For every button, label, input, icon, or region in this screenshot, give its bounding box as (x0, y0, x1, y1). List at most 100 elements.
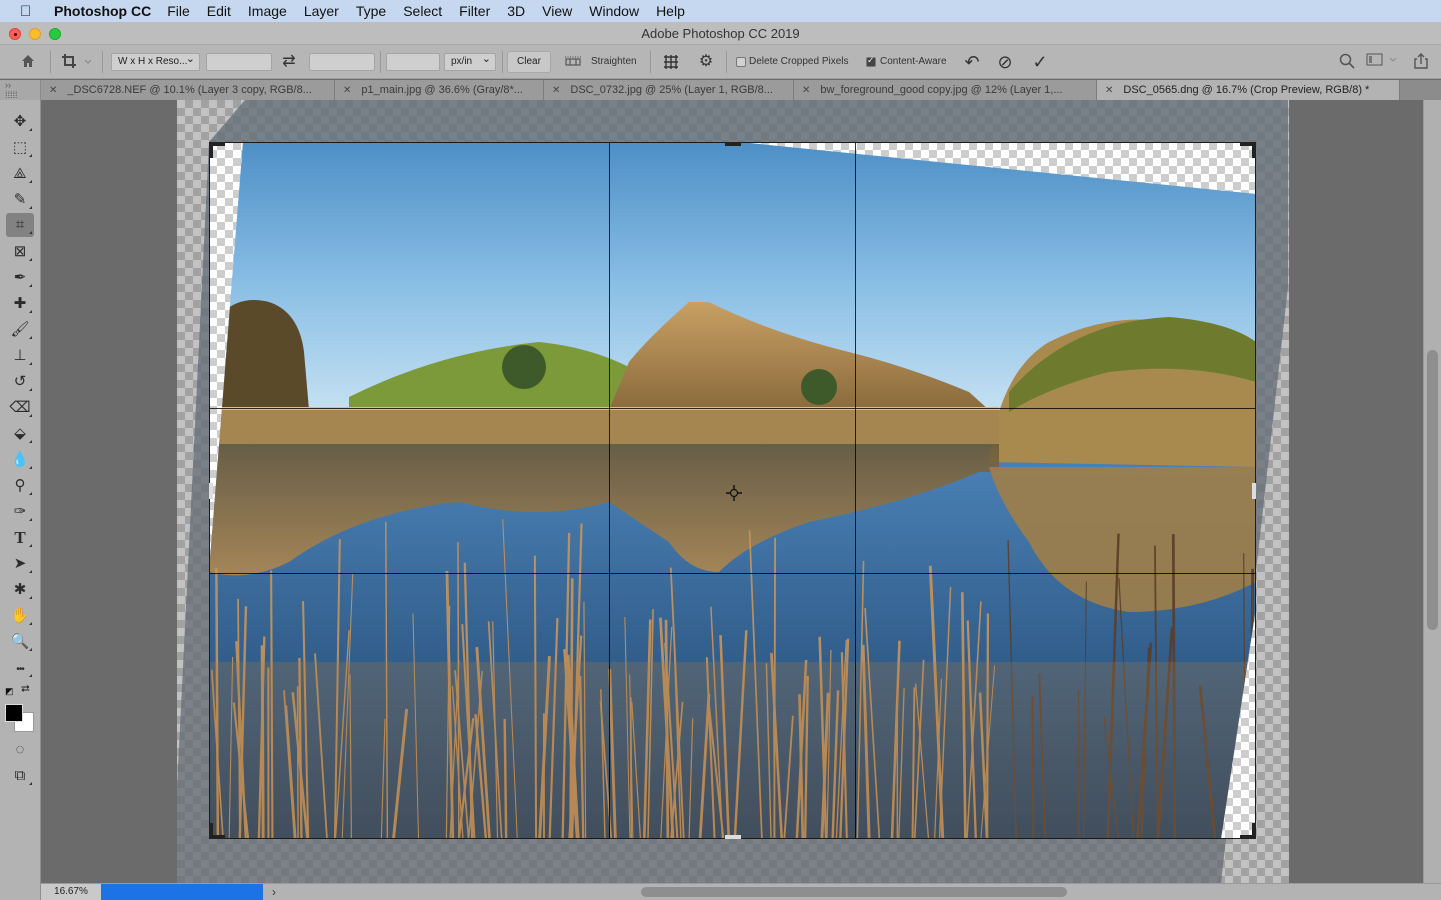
content-aware-label[interactable]: Content-Aware (880, 56, 947, 67)
separator (380, 51, 381, 73)
gear-icon[interactable]: ⚙ (696, 53, 716, 71)
close-tab-icon[interactable]: ✕ (49, 85, 57, 96)
reset-icon[interactable]: ↶ (962, 53, 982, 71)
status-menu-arrow-icon[interactable]: › (272, 884, 276, 900)
menu-help[interactable]: Help (656, 3, 685, 19)
eyedropper-tool[interactable]: ✒ (6, 266, 34, 290)
default-colors-icon[interactable]: ◩ (5, 686, 14, 697)
separator (650, 51, 651, 73)
paint-bucket-tool[interactable]: ⬙ (6, 422, 34, 446)
menu-edit[interactable]: Edit (207, 3, 231, 19)
menu-file[interactable]: File (167, 3, 190, 19)
crop-handle-bottom-left[interactable] (209, 823, 213, 839)
separator (502, 51, 503, 73)
swap-colors-icon[interactable]: ⮂ (21, 683, 30, 696)
tool-preset-picker[interactable] (59, 53, 93, 74)
crop-handle-top-right[interactable] (1252, 142, 1256, 158)
stamp-tool[interactable]: ⊥ (6, 344, 34, 368)
blur-tool[interactable]: 💧 (6, 448, 34, 472)
crop-width-input[interactable] (206, 53, 272, 71)
checkmark-icon[interactable]: ✓ (1030, 53, 1050, 71)
rotation-reference-point-icon[interactable] (726, 485, 742, 501)
delete-cropped-pixels-label[interactable]: Delete Cropped Pixels (749, 56, 849, 67)
shape-tool[interactable]: ✱ (6, 578, 34, 602)
document-tab[interactable]: ✕ bw_foreground_good copy.jpg @ 12% (Laye… (794, 80, 1097, 100)
cancel-icon[interactable]: ⊘ (995, 53, 1015, 71)
share-icon[interactable] (1411, 53, 1431, 74)
crop-handle-left-center[interactable] (209, 483, 213, 499)
canvas-area[interactable] (41, 100, 1423, 883)
resolution-input[interactable] (386, 53, 440, 71)
healing-tool[interactable]: ✚ (6, 292, 34, 316)
crop-handle-bottom-center[interactable] (725, 835, 741, 839)
crop-icon: ⌗ (15, 216, 25, 233)
workspace-icon[interactable] (1366, 53, 1397, 72)
crop-handle-right-center[interactable] (1252, 483, 1256, 499)
crop-tool[interactable]: ⌗ (6, 213, 34, 237)
horizontal-scrollbar-thumb[interactable] (641, 887, 1067, 897)
home-icon[interactable] (18, 53, 38, 74)
menu-filter[interactable]: Filter (459, 3, 490, 19)
search-icon[interactable] (1337, 53, 1357, 74)
vertical-scrollbar-thumb[interactable] (1427, 350, 1438, 630)
crop-handle-top-left[interactable] (209, 142, 213, 158)
screen-mode-button[interactable]: ⧉ (6, 764, 34, 788)
document-tab[interactable]: ✕ DSC_0732.jpg @ 25% (Layer 1, RGB/8... (544, 80, 794, 100)
quick-mask-button[interactable]: ◌ (6, 738, 34, 762)
menu-3d[interactable]: 3D (507, 3, 525, 19)
hand-icon: ✋ (10, 607, 30, 624)
vertical-scrollbar[interactable] (1423, 100, 1441, 883)
menu-select[interactable]: Select (403, 3, 442, 19)
close-tab-icon[interactable]: ✕ (802, 85, 810, 96)
pen-tool[interactable]: ✑ (6, 500, 34, 524)
zoom-tool[interactable]: 🔍 (6, 630, 34, 654)
paint-bucket-icon: ⬙ (14, 425, 26, 442)
dodge-tool[interactable]: ⚲ (6, 474, 34, 498)
straighten-icon[interactable] (563, 53, 583, 72)
document-tab[interactable]: ✕ p1_main.jpg @ 36.6% (Gray/8*... (335, 80, 544, 100)
quick-select-tool[interactable]: ✎ (6, 188, 34, 212)
crop-height-input[interactable] (309, 53, 375, 71)
menu-view[interactable]: View (542, 3, 572, 19)
swap-arrows-icon[interactable]: ⇄ (280, 53, 298, 71)
close-tab-icon[interactable]: ✕ (1105, 85, 1113, 96)
frame-tool[interactable]: ⊠ (6, 240, 34, 264)
straighten-button[interactable]: Straighten (591, 56, 637, 67)
delete-cropped-pixels-checkbox[interactable] (736, 57, 746, 67)
move-tool[interactable]: ✥ (6, 110, 34, 134)
path-select-tool[interactable]: ➤ (6, 552, 34, 576)
menu-layer[interactable]: Layer (304, 3, 339, 19)
document-tab-active[interactable]: ✕ DSC_0565.dng @ 16.7% (Crop Preview, RGB… (1097, 80, 1400, 100)
history-brush-icon: ↺ (13, 373, 27, 390)
brush-tool[interactable]: 🖌 (6, 318, 34, 342)
history-brush-tool[interactable]: ↺ (6, 370, 34, 394)
crop-handle-top-center[interactable] (725, 142, 741, 146)
move-icon: ✥ (13, 113, 27, 130)
close-tab-icon[interactable]: ✕ (552, 85, 560, 96)
more-tools[interactable]: ••• (6, 656, 34, 680)
menu-app-name[interactable]: Photoshop CC (54, 3, 151, 19)
content-aware-checkbox[interactable] (866, 55, 876, 67)
grid-overlay-icon[interactable] (661, 53, 681, 76)
resolution-unit-select[interactable]: px/in (444, 51, 496, 71)
menu-window[interactable]: Window (589, 3, 639, 19)
lasso-tool[interactable]: ⟁ (6, 162, 34, 186)
marquee-tool[interactable]: ⬚ (6, 136, 34, 160)
menu-type[interactable]: Type (356, 3, 386, 19)
eraser-tool[interactable]: ⌫ (6, 396, 34, 420)
clear-button[interactable]: Clear (507, 51, 551, 73)
foreground-color-swatch[interactable] (5, 704, 23, 722)
document-tab[interactable]: ✕ _DSC6728.NEF @ 10.1% (Layer 3 copy, RGB… (41, 80, 335, 100)
zoom-icon: 🔍 (10, 633, 30, 650)
hand-tool[interactable]: ✋ (6, 604, 34, 628)
close-tab-icon[interactable]: ✕ (343, 85, 351, 96)
apple-logo-icon[interactable]:  (20, 3, 38, 20)
zoom-level-field[interactable]: 16.67% (41, 884, 101, 900)
panel-collapse-toggle[interactable]: ›› ⁞⁞⁞⁞⁞ (0, 80, 41, 100)
quick-select-icon: ✎ (13, 191, 27, 208)
screen-mode-icon: ⧉ (14, 767, 26, 784)
menu-image[interactable]: Image (248, 3, 287, 19)
type-tool[interactable]: T (6, 526, 34, 550)
crop-ratio-select[interactable]: W x H x Reso... (111, 51, 200, 71)
crop-handle-bottom-right[interactable] (1252, 823, 1256, 839)
